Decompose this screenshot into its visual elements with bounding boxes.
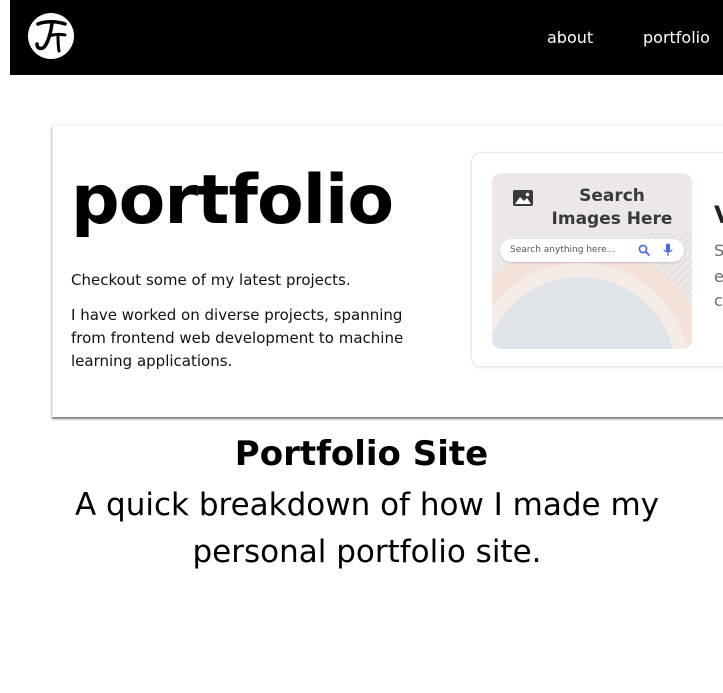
project-card-text-line: S xyxy=(714,241,723,260)
navbar: about portfolio xyxy=(10,0,723,75)
post-title[interactable]: Portfolio Site xyxy=(0,432,723,476)
preview-title: portfolio xyxy=(71,161,394,240)
search-placeholder: Search anything here... xyxy=(510,245,616,255)
microphone-icon xyxy=(663,243,673,256)
nav-link-portfolio[interactable]: portfolio xyxy=(643,28,710,48)
logo-icon[interactable] xyxy=(27,12,75,60)
post-subtitle: A quick breakdown of how I made my perso… xyxy=(74,487,659,570)
project-card-text-line: c xyxy=(714,291,723,310)
thumbnail-title: Search Images Here xyxy=(551,186,673,229)
preview-body: I have worked on diverse projects, spann… xyxy=(71,306,404,370)
search-icon xyxy=(638,244,650,256)
project-card-text-line: e xyxy=(714,267,723,286)
project-card[interactable]: Search Images Here Search anything here.… xyxy=(471,152,723,367)
project-thumbnail: Search Images Here Search anything here.… xyxy=(492,173,692,349)
image-icon xyxy=(513,190,533,206)
preview-lead: Checkout some of my latest projects. xyxy=(71,271,351,289)
portfolio-preview-card[interactable]: portfolio Checkout some of my latest pro… xyxy=(52,125,723,417)
nav-link-about[interactable]: about xyxy=(547,28,593,48)
project-card-heading: V xyxy=(714,201,723,229)
thumbnail-search-bar: Search anything here... xyxy=(500,239,684,262)
